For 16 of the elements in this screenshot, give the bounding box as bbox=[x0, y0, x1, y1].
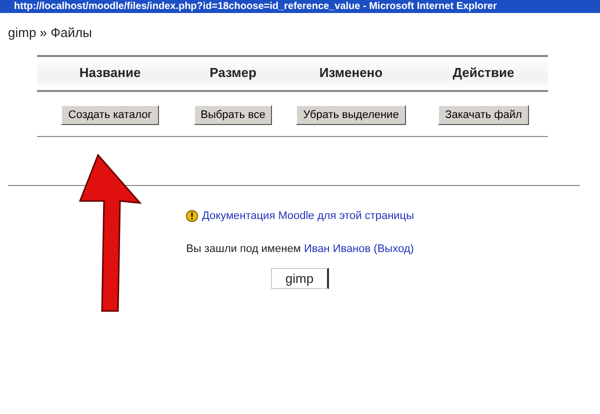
column-header: Изменено bbox=[318, 64, 384, 82]
action-button[interactable]: Закачать файл bbox=[438, 104, 529, 124]
breadcrumb: gimp » Файлы bbox=[7, 24, 93, 42]
login-info: Вы зашли под именем Иван Иванов (Выход) bbox=[186, 243, 414, 256]
logout-link[interactable]: (Выход) bbox=[374, 243, 414, 256]
documentation-link[interactable]: Документация Moodle для этой страницы bbox=[202, 208, 414, 224]
column-header: Размер bbox=[208, 64, 258, 82]
info-icon bbox=[186, 210, 198, 222]
action-button[interactable]: Создать каталог bbox=[61, 104, 159, 124]
column-header: Действие bbox=[452, 64, 516, 82]
course-field[interactable]: gimp bbox=[271, 268, 329, 290]
window-title: http://localhost/moodle/files/index.php?id=18choose=id_reference_value - Microsoft Internet Explorer bbox=[13, 0, 497, 12]
action-button[interactable]: Убрать выделение bbox=[296, 104, 406, 124]
user-link[interactable]: Иван Иванов bbox=[304, 243, 371, 256]
column-header: Название bbox=[78, 64, 142, 82]
action-button[interactable]: Выбрать все bbox=[194, 104, 272, 124]
